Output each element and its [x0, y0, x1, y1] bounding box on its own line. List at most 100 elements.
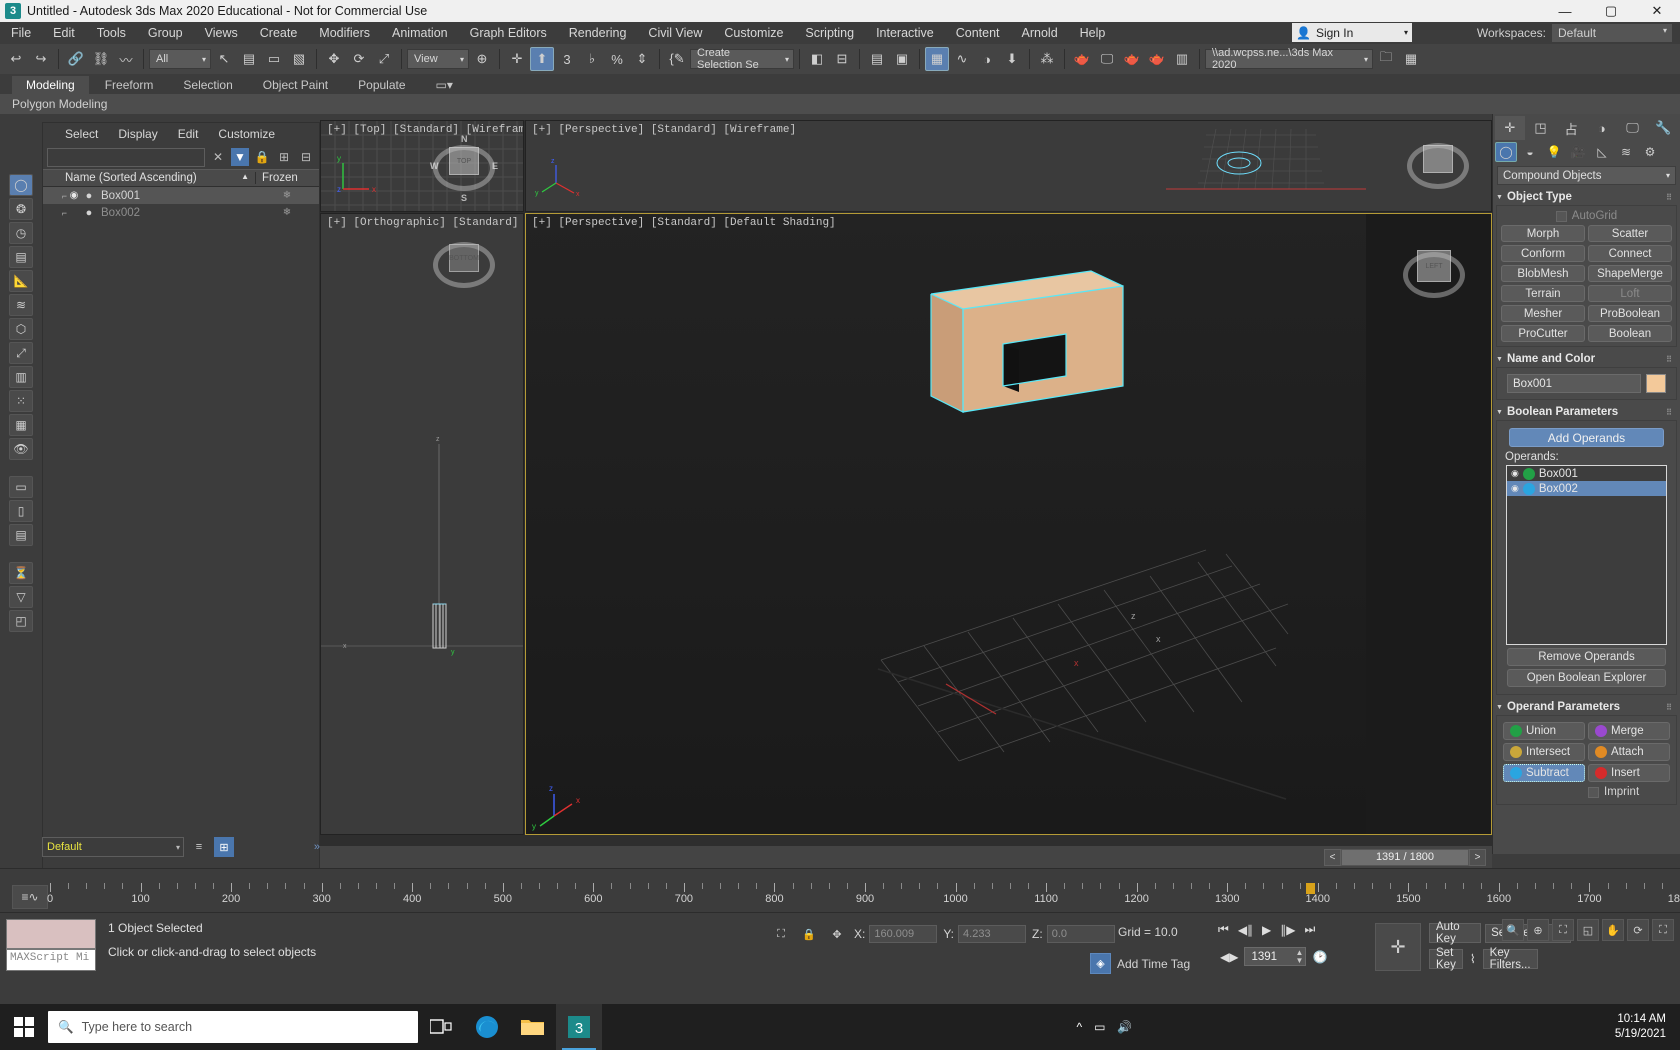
snap-toggle-icon[interactable]: ♭ [580, 47, 604, 71]
object-type-boolean[interactable]: Boolean [1588, 325, 1672, 342]
select-region-icon[interactable]: ▭ [262, 47, 286, 71]
explorer-menu-customize[interactable]: Customize [208, 125, 285, 143]
rollout-name-color-header[interactable]: ▼ Name and Color ⠿ [1496, 351, 1677, 367]
clear-search-icon[interactable]: ✕ [209, 148, 227, 166]
menu-item-content[interactable]: Content [945, 24, 1011, 42]
maxscript-input[interactable]: MAXScript Mi [6, 949, 96, 971]
maximize-viewport-icon[interactable]: ⛶ [1652, 919, 1674, 941]
sweep-profile-icon[interactable]: ▤ [9, 246, 33, 268]
named-selection-icon[interactable]: ✛ [505, 47, 529, 71]
autogrid-checkbox[interactable] [1556, 211, 1567, 222]
material-editor-icon[interactable]: ◑ [975, 47, 999, 71]
spacing-tool-icon[interactable]: ⁙ [9, 390, 33, 412]
go-to-start-icon[interactable]: ⏮ [1215, 921, 1232, 938]
menu-item-tools[interactable]: Tools [86, 24, 137, 42]
previous-frame-icon[interactable]: ◀∥ [1235, 922, 1256, 938]
select-and-scale-icon[interactable]: ⤢ [372, 47, 396, 71]
auto-key-button[interactable]: Auto Key [1429, 923, 1481, 943]
time-slider-field[interactable]: 1391 / 1800 [1341, 849, 1469, 866]
menu-item-edit[interactable]: Edit [42, 24, 86, 42]
object-type-procutter[interactable]: ProCutter [1501, 325, 1585, 342]
command-panel-tab-modify-icon[interactable]: ◳ [1526, 116, 1556, 140]
angle-snap-icon[interactable]: % [605, 47, 629, 71]
bind-space-warp-icon[interactable]: 〰 [114, 47, 138, 71]
menu-item-interactive[interactable]: Interactive [865, 24, 945, 42]
reference-coordinate-combo[interactable]: View [407, 49, 469, 69]
category-systems-icon[interactable]: ⚙ [1639, 142, 1661, 162]
viewport-orthographic[interactable]: z y x z x y [+] [Orthographic] [Standard… [320, 213, 524, 835]
object-type-mesher[interactable]: Mesher [1501, 305, 1585, 322]
volume-icon[interactable]: 🔊 [1117, 1020, 1132, 1034]
select-similar-tool-icon[interactable]: ❂ [9, 198, 33, 220]
operand-op-subtract[interactable]: Subtract [1503, 764, 1585, 782]
sign-in-button[interactable]: 👤 Sign In ▾ [1292, 23, 1412, 42]
time-next-button[interactable]: > [1469, 849, 1486, 866]
render-frame-window-icon[interactable]: 🖵 [1095, 47, 1119, 71]
taskbar-clock[interactable]: 10:14 AM 5/19/2021 [1615, 1012, 1680, 1042]
selection-filter-combo[interactable]: All [149, 49, 211, 69]
command-panel-tab-hierarchy-icon[interactable]: 占 [1556, 116, 1586, 140]
object-type-conform[interactable]: Conform [1501, 245, 1585, 262]
menu-item-create[interactable]: Create [249, 24, 309, 42]
collapse-all-icon[interactable]: ⊟ [297, 148, 315, 166]
ribbon-tab-modeling[interactable]: Modeling [12, 76, 89, 94]
operand-op-union[interactable]: Union [1503, 722, 1585, 740]
frame-ruler[interactable]: 0100200300400500600700800900100011001200… [50, 883, 1680, 911]
visibility-eye-icon[interactable]: ◉ [67, 190, 81, 201]
sort-icon[interactable]: ▽ [9, 586, 33, 608]
go-to-end-icon[interactable]: ⏭ [1302, 921, 1319, 938]
select-object-tool-icon[interactable]: ◯ [9, 174, 33, 196]
menu-item-graph-editors[interactable]: Graph Editors [459, 24, 558, 42]
operand-row[interactable]: ◉Box001 [1507, 466, 1666, 481]
zoom-extents-icon[interactable]: ⛶ [1552, 919, 1574, 941]
x-coordinate-field[interactable]: X: 160.009 [854, 925, 937, 943]
y-value[interactable]: 4.233 [958, 925, 1026, 943]
select-and-move-icon[interactable]: ✥ [322, 47, 346, 71]
object-type-proboolean[interactable]: ProBoolean [1588, 305, 1672, 322]
layer-manager-icon[interactable]: ▤ [865, 47, 889, 71]
time-tag-icon[interactable]: ◈ [1090, 953, 1111, 974]
search-input[interactable] [47, 148, 205, 167]
percent-snap-icon[interactable]: ⇕ [630, 47, 654, 71]
maximize-button[interactable]: ▢ [1588, 0, 1634, 22]
absolute-relative-toggle-icon[interactable]: ✥ [826, 923, 848, 945]
render-in-cloud-icon[interactable]: ▥ [1170, 47, 1194, 71]
viewcube-orthographic[interactable]: BOTTOM [431, 232, 497, 298]
object-type-scatter[interactable]: Scatter [1588, 225, 1672, 242]
menu-item-rendering[interactable]: Rendering [558, 24, 638, 42]
isolate-icon[interactable]: 👁 [9, 438, 33, 460]
add-time-tag-area[interactable]: ◈ Add Time Tag [1090, 953, 1190, 974]
create-selection-set-combo[interactable]: Create Selection Se [690, 49, 794, 69]
filter-icon[interactable]: ⏳ [9, 562, 33, 584]
render-setup-icon[interactable]: ⬇ [1000, 47, 1024, 71]
x-value[interactable]: 160.009 [869, 925, 937, 943]
clone-tool-icon[interactable]: ▦ [9, 414, 33, 436]
category-shapes-icon[interactable]: ◒ [1519, 142, 1541, 162]
explorer-menu-display[interactable]: Display [108, 125, 167, 143]
ribbon-tab-populate[interactable]: Populate [344, 76, 419, 94]
pan-icon[interactable]: ✋ [1602, 919, 1624, 941]
key-filters-toggle-icon[interactable]: ⌇ [1467, 951, 1479, 967]
imprint-checkbox[interactable] [1588, 787, 1599, 798]
smart-extrude-icon[interactable]: ◷ [9, 222, 33, 244]
folder-icon[interactable]: 🗀 [1374, 47, 1398, 71]
schematic-view-icon[interactable]: ∿ [950, 47, 974, 71]
select-and-rotate-icon[interactable]: ⟳ [347, 47, 371, 71]
lock-icon[interactable]: 🔒 [253, 148, 271, 166]
frozen-cell-icon[interactable]: ❄ [255, 190, 319, 201]
object-name-input[interactable]: Box001 [1507, 374, 1641, 393]
measure-icon[interactable]: 📐 [9, 270, 33, 292]
help-icon[interactable]: ▦ [1399, 47, 1423, 71]
filter-icon[interactable]: ▼ [231, 148, 249, 166]
operand-visibility-icon[interactable]: ◉ [1511, 483, 1519, 494]
object-type-blobmesh[interactable]: BlobMesh [1501, 265, 1585, 282]
column-frozen[interactable]: Frozen [255, 172, 319, 184]
command-panel-tab-create-icon[interactable]: ✛ [1495, 116, 1525, 140]
edit-named-selection-icon[interactable]: {✎ [665, 47, 689, 71]
operand-op-insert[interactable]: Insert [1588, 764, 1670, 782]
curve-editor-icon[interactable]: ▦ [925, 47, 949, 71]
object-type-shapemerge[interactable]: ShapeMerge [1588, 265, 1672, 282]
maxscript-output-pane[interactable] [6, 919, 96, 949]
object-color-swatch[interactable] [1646, 374, 1666, 393]
viewport-top[interactable]: y x z [+] [Top] [Standard] [Wireframe] T… [320, 120, 524, 212]
